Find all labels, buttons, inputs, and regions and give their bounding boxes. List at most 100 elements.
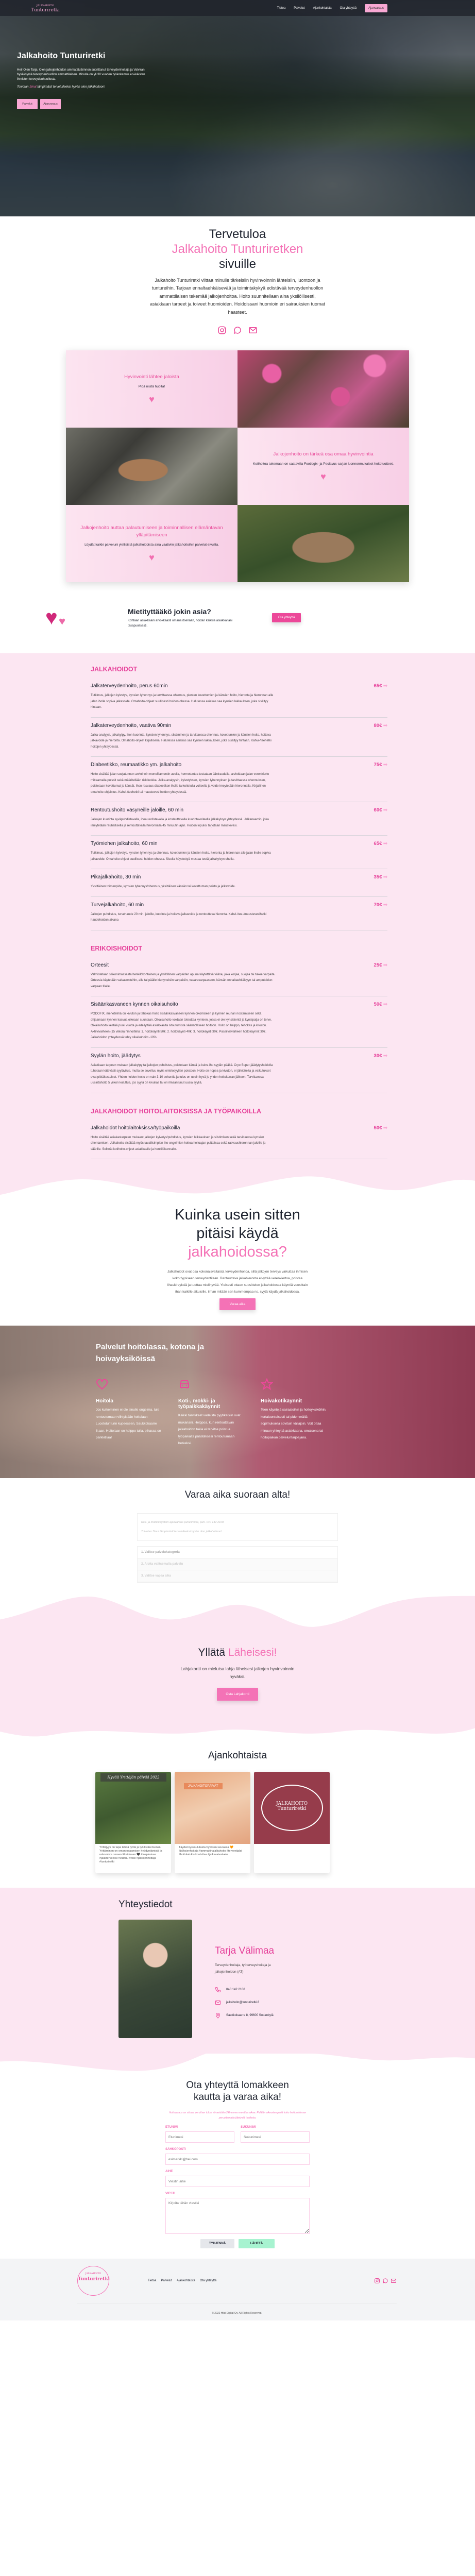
service-item: Jalkaterveydenhoito, vaativa 90min 80€ ➡ J… <box>91 723 387 757</box>
hero-text: Hei! Olen Tarja. Olen jalkojenhoidon amm… <box>17 69 145 81</box>
footer-link-tietoa[interactable]: Tietoa <box>148 2279 156 2282</box>
feature-card: Jalkojenhoito auttaa palautumiseen ja to… <box>66 505 237 583</box>
price-value: 25€ <box>374 962 382 968</box>
contact-phone[interactable]: 040 142 2108 <box>215 1987 292 1993</box>
send-button[interactable]: LÄHETÄ <box>239 2239 275 2249</box>
nav-ota-yhteytta[interactable]: Ota yhteyttä <box>340 7 357 10</box>
contact-title: Yhteystiedot <box>118 1899 173 1910</box>
footer-logo-small: JALKAHOITO <box>85 2273 101 2276</box>
instagram-icon[interactable] <box>374 2278 380 2284</box>
service-price[interactable]: 60€ ➡ <box>374 807 387 813</box>
buy-gift-card-button[interactable]: Osta Lahjakortti <box>217 1688 258 1701</box>
logo[interactable]: JALKAHOITO Tunturiretki <box>31 4 60 13</box>
news-image-caption: JALKAHOITO Tunturiretki <box>276 1801 308 1812</box>
service-price[interactable]: 65€ ➡ <box>374 683 387 689</box>
email-icon <box>215 1999 221 2006</box>
service-price[interactable]: 75€ ➡ <box>374 762 387 768</box>
service-description: Hoito sisältää jalan suojatunnon arvioin… <box>91 773 269 794</box>
booking-step-category[interactable]: 1. Valitse palvelukategoria <box>138 1547 337 1559</box>
gift-card-section: Yllätä Läheisesi! Lahjakortti on mieluis… <box>0 1634 475 1722</box>
service-item: Orteesit 25€ ➡ Valmistetaan silikonimassas… <box>91 962 387 997</box>
service-description: Valmistetaan silikonimassasta henkilökoh… <box>91 973 276 988</box>
booking-section: Varaa aika suoraan alta! Koti- ja mökkik… <box>0 1478 475 1583</box>
service-description: Tutkimus, jalkojen kylvetys, kynsien lyh… <box>91 694 274 709</box>
service-price[interactable]: 50€ ➡ <box>374 1125 387 1131</box>
price-value: 80€ <box>374 722 382 728</box>
service-description: Jalka-analyysi, jalkakylpy, ihon kuorint… <box>91 733 272 749</box>
arrow-right-icon: ➡ <box>382 683 387 689</box>
service-home-visits: Koti-, mökki- ja työpaikkakäynnit Kaikki … <box>178 1378 245 1447</box>
service-price[interactable]: 65€ ➡ <box>374 841 387 846</box>
welcome-line3: sivuille <box>218 257 257 271</box>
service-price[interactable]: 50€ ➡ <box>374 1002 387 1007</box>
footer-logo[interactable]: JALKAHOITO Tunturiretki <box>77 2266 110 2296</box>
service-price[interactable]: 80€ ➡ <box>374 723 387 728</box>
service-title: Koti-, mökki- ja työpaikkakäynnit <box>178 1398 220 1410</box>
contact-email[interactable]: jalkahoito@tunturiretki.fi <box>215 1999 292 2006</box>
footer-link-ota-yhteytta[interactable]: Ota yhteyttä <box>200 2279 216 2282</box>
arrow-right-icon: ➡ <box>382 962 387 968</box>
footer: JALKAHOITO Tunturiretki Tietoa Palvelut A… <box>0 2259 475 2321</box>
footer-link-ajankohtaista[interactable]: Ajankohtaista <box>177 2279 195 2282</box>
service-price[interactable]: 25€ ➡ <box>374 962 387 968</box>
whatsapp-icon[interactable] <box>382 2278 388 2284</box>
service-price[interactable]: 30€ ➡ <box>374 1053 387 1059</box>
nav-ajanvaraus-button[interactable]: Ajanvaraus <box>364 4 387 12</box>
service-title: Hoivakotikäynnit <box>261 1398 302 1404</box>
wave-divider <box>0 2054 475 2071</box>
service-item: Jalkaterveydenhoito, perus 60min 65€ ➡ Tut… <box>91 683 387 718</box>
feature-title: Hyvinvointi lähtee jaloista <box>124 374 179 380</box>
clear-button[interactable]: TYHJENNÄ <box>200 2239 234 2249</box>
frequency-text: Jalkahoidot ovat osa kokonaisvaltaista t… <box>167 1270 308 1294</box>
feature-title: Jalkojenhoito on tärkeä osa omaa hyvinvo… <box>273 451 374 457</box>
booking-title: Varaa aika suoraan alta! <box>184 1489 291 1501</box>
service-item: Syylän hoito, jäädytys 30€ ➡ Asiakkaan tar… <box>91 1053 387 1093</box>
pricing-category-title: ERIKOISHOIDOT <box>91 944 143 952</box>
booking-steps: 1. Valitse palvelukategoria 2. Aloita va… <box>137 1546 338 1583</box>
email-input[interactable] <box>165 2154 310 2165</box>
nav-tietoa[interactable]: Tietoa <box>277 7 285 10</box>
booking-step-service[interactable]: 2. Aloita valitsemalla palvelu <box>138 1558 337 1571</box>
news-card[interactable]: JALKAHOITO Tunturiretki <box>254 1772 330 1874</box>
welcome-text: Jalkahoito Tunturiretki viittaa minulle … <box>150 278 325 315</box>
footer-link-palvelut[interactable]: Palvelut <box>161 2279 172 2282</box>
nav-palvelut[interactable]: Palvelut <box>294 7 304 10</box>
service-price[interactable]: 35€ ➡ <box>374 874 387 880</box>
booking-step-time[interactable]: 3. Valitse vapaa aika <box>138 1570 337 1583</box>
service-price[interactable]: 70€ ➡ <box>374 902 387 908</box>
service-title: Hoitola <box>96 1398 113 1404</box>
whatsapp-icon[interactable] <box>233 326 242 335</box>
news-card[interactable]: JALKAHOITOPÄIVÄT Täydennyskoulutusta hyvä… <box>175 1772 250 1874</box>
news-card[interactable]: Hyvää Yrittäjän päivää 2022 Yrittäjyys on… <box>95 1772 171 1874</box>
service-name: Syylän hoito, jäädytys <box>91 1053 141 1059</box>
last-name-input[interactable] <box>241 2131 310 2143</box>
nav-ajankohtaista[interactable]: Ajankohtaista <box>313 7 332 10</box>
hero-palvelut-button[interactable]: Palvelut <box>17 99 38 109</box>
service-name: Turvejalkahoito, 60 min <box>91 902 144 908</box>
flowers-image <box>237 350 409 428</box>
last-name-label: SUKUNIMI <box>241 2126 256 2129</box>
first-name-input[interactable] <box>165 2131 234 2143</box>
contact-address: Saukkokaarre 8, 99600 Sodankylä <box>215 2012 292 2019</box>
service-description: Asiakkaan tarpeen mukaan jalkakylpy tai … <box>91 1063 273 1085</box>
book-button[interactable]: Varaa aika <box>219 1298 256 1311</box>
service-care-home: Hoivakotikäynnit Teen käyntejä sairaaloih… <box>260 1378 328 1447</box>
hero-ajanvaraus-button[interactable]: Ajanvaraus <box>40 99 61 109</box>
arrow-right-icon: ➡ <box>382 762 387 768</box>
car-icon <box>180 1380 189 1389</box>
email-icon[interactable] <box>391 2278 397 2284</box>
message-textarea[interactable] <box>165 2198 310 2234</box>
service-description: PODOFIX, menetelmä on kivuton ja tehokas… <box>91 1012 272 1040</box>
service-item: Pikajalkahoito, 30 min 35€ ➡ Yksittäinen t… <box>91 874 387 897</box>
wave-divider <box>0 1721 475 1737</box>
star-icon <box>260 1378 274 1391</box>
service-text: Jos kulkeminen ei ole sinulle ongelma, t… <box>96 1408 161 1440</box>
footer-logo-big: Tunturiretki <box>78 2277 110 2282</box>
hero-welcome-pre: Toivotan <box>17 86 30 89</box>
email-icon[interactable] <box>248 326 258 335</box>
subject-input[interactable] <box>165 2176 310 2188</box>
service-item: Työmiehen jalkahoito, 60 min 65€ ➡ Tutkimu… <box>91 841 387 870</box>
instagram-icon[interactable] <box>217 326 227 335</box>
contact-button[interactable]: Ota yhteyttä <box>272 613 301 623</box>
arrow-right-icon: ➡ <box>382 722 387 728</box>
